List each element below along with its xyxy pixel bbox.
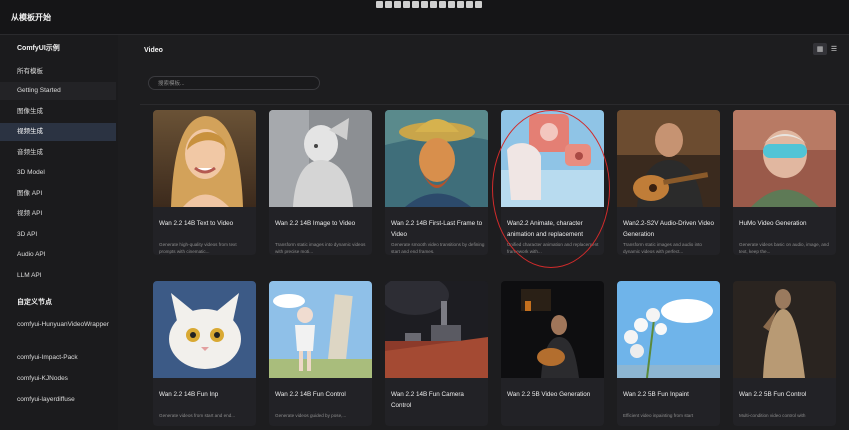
sidebar-item-video-generation[interactable]: 视频生成 [0, 123, 116, 141]
thumbnail-van-gogh-painting [385, 110, 488, 207]
card-description: Transform static images and audio into d… [623, 242, 702, 254]
template-card[interactable]: Wan2.2-S2V Audio-Driven Video Generation… [617, 110, 720, 255]
list-icon[interactable]: ☰ [827, 43, 841, 55]
toolbar-icon[interactable] [421, 1, 428, 8]
sidebar-section-comfyui-examples: ComfyUI示例 [17, 45, 60, 52]
sidebar-item-impact-pack[interactable]: comfyui-Impact-Pack [0, 349, 116, 367]
sidebar-item-image-generation[interactable]: 图像生成 [0, 103, 116, 121]
card-description: Generate smooth video transitions by def… [391, 242, 485, 254]
toolbar-icon[interactable] [394, 1, 401, 8]
card-description: Unified character animation and replacem… [507, 242, 599, 254]
toolbar-icon[interactable] [475, 1, 482, 8]
grid-icon[interactable]: ▦ [813, 43, 827, 55]
card-title: Wan 2.2 14B Fun Camera Control [391, 391, 464, 409]
card-description: Multi-condition video control with [739, 413, 806, 418]
card-title: Wan 2.2 14B Fun Inp [159, 391, 219, 398]
template-card[interactable]: Wan 2.2 14B First-Last Frame to Video Ge… [385, 110, 488, 255]
card-title: Wan2.2 Animate, character animation and … [507, 220, 583, 238]
template-card[interactable]: Wan 2.2 14B Text to Video Generate high-… [153, 110, 256, 255]
sidebar-item-image-api[interactable]: 图像 API [0, 185, 116, 203]
thumbnail-white-flowers [617, 281, 720, 378]
sidebar-item-layerdiffuse[interactable]: comfyui-layerdiffuse [0, 391, 116, 409]
card-title: Wan 2.2 5B Video Generation [507, 391, 591, 398]
page-title: Video [144, 47, 163, 54]
sidebar-item-kjnodes[interactable]: comfyui-KJNodes [0, 370, 116, 388]
sidebar-item-video-api[interactable]: 视频 API [0, 205, 116, 223]
card-title: Wan 2.2 14B First-Last Frame to Video [391, 220, 483, 238]
card-title: Wan 2.2 5B Fun Control [739, 391, 807, 398]
sidebar-item-llm-api[interactable]: LLM API [0, 267, 116, 285]
card-description: Transform static images into dynamic vid… [275, 242, 366, 254]
card-description: Generate videos from start and end... [159, 413, 236, 418]
thumbnail-child-goggles [733, 110, 836, 207]
card-title: Wan2.2-S2V Audio-Driven Video Generation [623, 220, 715, 238]
divider [140, 104, 849, 105]
card-title: Wan 2.2 14B Image to Video [275, 220, 356, 227]
thumbnail-leaning-tower [269, 281, 372, 378]
toolbar-icon[interactable] [430, 1, 437, 8]
sidebar-item-all-templates[interactable]: 所有模板 [0, 63, 116, 81]
template-card[interactable]: Wan 2.2 14B Fun Camera Control [385, 281, 488, 426]
card-description: Generate videos guided by pose,... [275, 413, 347, 418]
card-description: Generate videos basic on audio, image, a… [739, 242, 829, 254]
template-card[interactable]: Wan 2.2 5B Video Generation [501, 281, 604, 426]
sidebar: ComfyUI示例 所有模板 Getting Started 图像生成 视频生成… [0, 35, 118, 430]
sidebar-item-getting-started[interactable]: Getting Started [0, 82, 116, 100]
toolbar-icon[interactable] [439, 1, 446, 8]
toolbar-icon[interactable] [385, 1, 392, 8]
template-card[interactable]: Wan2.2 Animate, character animation and … [501, 110, 604, 255]
card-title: Wan 2.2 5B Fun Inpaint [623, 391, 689, 398]
card-title: HuMo Video Generation [739, 220, 807, 227]
thumbnail-stage-guitarist [501, 281, 604, 378]
title-bar: 从模板开始 [0, 0, 849, 35]
thumbnail-guitar-player [617, 110, 720, 207]
sidebar-item-3d-api[interactable]: 3D API [0, 226, 116, 244]
card-title: Wan 2.2 14B Fun Control [275, 391, 346, 398]
thumbnail-robed-figure [733, 281, 836, 378]
thumbnail-mars-city [385, 281, 488, 378]
toolbar-icon[interactable] [412, 1, 419, 8]
sidebar-item-hunyuan-video-wrapper[interactable]: comfyui-HunyuanVideoWrapper [0, 318, 116, 344]
card-title: Wan 2.2 14B Text to Video [159, 220, 234, 227]
card-description: Efficient video inpainting from start [623, 413, 694, 418]
sidebar-section-custom-nodes: 自定义节点 [17, 299, 52, 306]
thumbnail-white-cat [153, 281, 256, 378]
thumbnail-woman-portrait [153, 110, 256, 207]
template-card[interactable]: Wan 2.2 14B Fun Inp Generate videos from… [153, 281, 256, 426]
toolbar-icon[interactable] [376, 1, 383, 8]
template-card[interactable]: Wan 2.2 14B Image to Video Transform sta… [269, 110, 372, 255]
template-card[interactable]: HuMo Video Generation Generate videos ba… [733, 110, 836, 255]
sidebar-item-audio-generation[interactable]: 音频生成 [0, 144, 116, 162]
view-toggle: ▦ ☰ [813, 43, 841, 55]
toolbar-icon[interactable] [457, 1, 464, 8]
toolbar-icon[interactable] [466, 1, 473, 8]
sidebar-item-audio-api[interactable]: Audio API [0, 246, 116, 264]
template-card[interactable]: Wan 2.2 14B Fun Control Generate videos … [269, 281, 372, 426]
template-card[interactable]: Wan 2.2 5B Fun Inpaint Efficient video i… [617, 281, 720, 426]
thumbnail-white-figure [269, 110, 372, 207]
search-input[interactable]: 搜索模板... [148, 76, 320, 90]
toolbar-icon[interactable] [448, 1, 455, 8]
card-description: Generate high-quality videos from text p… [159, 242, 237, 254]
sidebar-item-3d-model[interactable]: 3D Model [0, 164, 116, 182]
toolbar-icon[interactable] [403, 1, 410, 8]
dialog-title: 从模板开始 [11, 13, 51, 22]
thumbnail-robot-toy [501, 110, 604, 207]
template-card[interactable]: Wan 2.2 5B Fun Control Multi-condition v… [733, 281, 836, 426]
mini-toolbar [376, 1, 482, 9]
